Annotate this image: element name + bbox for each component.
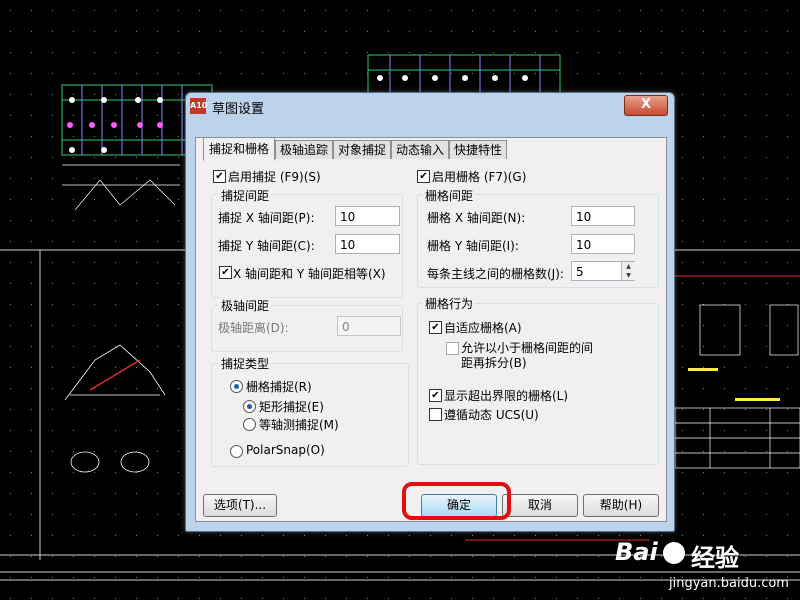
enable-grid-label: 启用栅格 (F7)(G): [432, 170, 527, 184]
snap-x-label: 捕捉 X 轴间距(P):: [218, 211, 315, 225]
enable-snap-label: 启用捕捉 (F9)(S): [228, 170, 321, 184]
beyond-limits-checkbox[interactable]: ✔: [429, 389, 442, 402]
grid-y-label: 栅格 Y 轴间距(I):: [427, 239, 519, 253]
polar-distance-field[interactable]: 0: [337, 316, 401, 336]
close-button[interactable]: X: [624, 95, 668, 116]
subdivide-label-line2: 距再拆分(B): [461, 356, 527, 370]
adaptive-grid-label: 自适应栅格(A): [444, 321, 522, 335]
isometric-snap-radio[interactable]: [243, 418, 256, 431]
drafting-settings-dialog: A10 草图设置 X 捕捉和栅格 极轴追踪 对象捕捉 动态输入 快捷特性 ✔ 启…: [185, 92, 675, 532]
grid-snap-radio[interactable]: [230, 380, 243, 393]
beyond-limits-label: 显示超出界限的栅格(L): [444, 389, 569, 403]
rectangular-snap-label: 矩形捕捉(E): [259, 400, 324, 414]
isometric-snap-label: 等轴测捕捉(M): [259, 418, 339, 432]
follow-dynamic-ucs-checkbox[interactable]: [429, 408, 442, 421]
rectangular-snap-radio[interactable]: [243, 400, 256, 413]
snap-y-field[interactable]: 10: [335, 234, 400, 254]
grid-x-label: 栅格 X 轴间距(N):: [427, 211, 526, 225]
grid-x-field[interactable]: 10: [571, 206, 635, 226]
grid-behavior-title: 栅格行为: [423, 295, 476, 312]
snap-spacing-title: 捕捉间距: [219, 187, 272, 204]
tab-polar-tracking[interactable]: 极轴追踪: [275, 140, 333, 159]
tab-quick-properties[interactable]: 快捷特性: [449, 140, 507, 159]
watermark-url: jingyan.baidu.com: [669, 576, 789, 591]
polar-distance-label: 极轴距离(D):: [218, 321, 289, 335]
autocad-app-icon: A10: [190, 98, 207, 114]
ok-highlight-box: [402, 482, 511, 520]
dialog-title: 草图设置: [212, 102, 265, 117]
equal-spacing-label: X 轴间距和 Y 轴间距相等(X): [233, 267, 386, 281]
subdivide-checkbox[interactable]: [446, 342, 459, 355]
follow-dynamic-ucs-label: 遵循动态 UCS(U): [444, 408, 539, 422]
snap-x-field[interactable]: 10: [335, 206, 400, 226]
baidu-jingyan-watermark: Bai 经验 jingyan.baidu.com: [603, 534, 800, 600]
major-line-label: 每条主线之间的栅格数(J):: [427, 267, 564, 281]
tab-object-snap[interactable]: 对象捕捉: [333, 140, 391, 159]
tab-snap-and-grid[interactable]: 捕捉和栅格: [203, 137, 275, 161]
dialog-titlebar[interactable]: A10 草图设置 X: [186, 93, 674, 119]
major-line-stepper[interactable]: ▲ ▼: [621, 262, 635, 280]
watermark-brand-b: 经验: [691, 544, 739, 572]
grid-snap-label: 栅格捕捉(R): [246, 380, 312, 394]
snap-y-label: 捕捉 Y 轴间距(C):: [218, 239, 315, 253]
paw-icon: [663, 542, 685, 564]
snap-type-title: 捕捉类型: [219, 355, 272, 372]
polar-snap-label: PolarSnap(O): [246, 443, 325, 457]
tab-dynamic-input[interactable]: 动态输入: [391, 140, 449, 159]
adaptive-grid-checkbox[interactable]: ✔: [429, 321, 442, 334]
grid-y-field[interactable]: 10: [571, 234, 635, 254]
enable-snap-checkbox[interactable]: ✔: [213, 170, 226, 183]
equal-spacing-checkbox[interactable]: ✔: [219, 266, 232, 279]
grid-spacing-title: 栅格间距: [423, 187, 476, 204]
watermark-brand-a: Bai: [615, 538, 658, 566]
options-button[interactable]: 选项(T)...: [203, 494, 277, 517]
enable-grid-checkbox[interactable]: ✔: [417, 170, 430, 183]
polar-spacing-title: 极轴间距: [219, 297, 272, 314]
help-button[interactable]: 帮助(H): [583, 494, 659, 517]
cancel-button[interactable]: 取消: [502, 494, 578, 517]
stepper-up-icon[interactable]: ▲: [622, 262, 635, 271]
stepper-down-icon[interactable]: ▼: [622, 271, 635, 280]
polar-snap-radio[interactable]: [230, 445, 243, 458]
